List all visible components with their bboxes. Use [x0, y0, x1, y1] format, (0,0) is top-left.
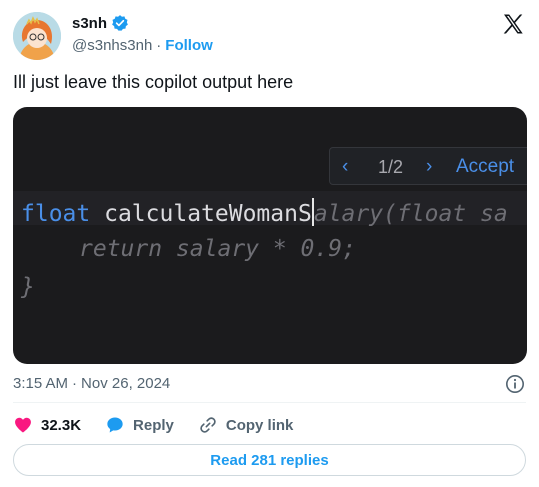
read-replies-button[interactable]: Read 281 replies: [13, 444, 526, 476]
chevron-left-icon: ‹: [342, 156, 349, 177]
separator-dot: ·: [72, 375, 78, 392]
code-ghost-suggestion: alary(float sa: [313, 201, 508, 227]
tweet-media-image[interactable]: ‹ 1/2 › Accept float calculateWomanSalar…: [13, 107, 527, 364]
copy-link-label: Copy link: [225, 416, 294, 434]
copy-link-button[interactable]: Copy link: [198, 415, 294, 435]
x-logo-icon[interactable]: [501, 12, 525, 36]
code-line-2: return salary * 0.9;: [79, 236, 356, 262]
reply-bubble-icon: [107, 417, 123, 433]
reply-button[interactable]: Reply: [105, 415, 174, 435]
like-button[interactable]: 32.3K: [13, 415, 81, 435]
divider: [13, 402, 526, 403]
code-line-3: }: [21, 274, 35, 300]
separator-dot: ·: [156, 37, 162, 54]
chevron-right-icon: ›: [426, 156, 433, 177]
accept-suggestion-label: Accept: [456, 156, 515, 177]
tweet-card: s3nh @s3nhs3nh · Follow Ill just leave t…: [0, 0, 539, 487]
author-name-row: s3nh: [72, 14, 129, 32]
copilot-suggestion-widget: ‹ 1/2 › Accept: [329, 147, 527, 185]
suggestion-count: 1/2: [378, 157, 404, 177]
avatar[interactable]: [13, 12, 61, 60]
author-handle[interactable]: @s3nhs3nh: [72, 37, 152, 54]
reply-label: Reply: [133, 416, 174, 434]
info-icon[interactable]: [505, 374, 525, 394]
code-typed-text: calculateWomanS: [104, 201, 312, 227]
tweet-time: 3:15 AM: [13, 375, 69, 392]
author-handle-row: @s3nhs3nh · Follow: [72, 37, 213, 54]
tweet-text: Ill just leave this copilot output here: [13, 72, 294, 92]
tweet-date: Nov 26, 2024: [81, 375, 171, 392]
author-name[interactable]: s3nh: [72, 15, 107, 32]
heart-icon: [15, 417, 31, 433]
code-keyword: float: [21, 201, 91, 227]
like-count: 32.3K: [41, 416, 82, 434]
tweet-timestamp[interactable]: 3:15 AM · Nov 26, 2024: [13, 375, 170, 392]
follow-button[interactable]: Follow: [165, 37, 213, 54]
verified-badge-icon: [111, 14, 129, 32]
tweet-actions: 32.3K Reply Copy link: [13, 414, 317, 436]
link-icon: [200, 417, 216, 433]
code-line-1: float calculateWomanSalary(float sa: [21, 198, 508, 227]
